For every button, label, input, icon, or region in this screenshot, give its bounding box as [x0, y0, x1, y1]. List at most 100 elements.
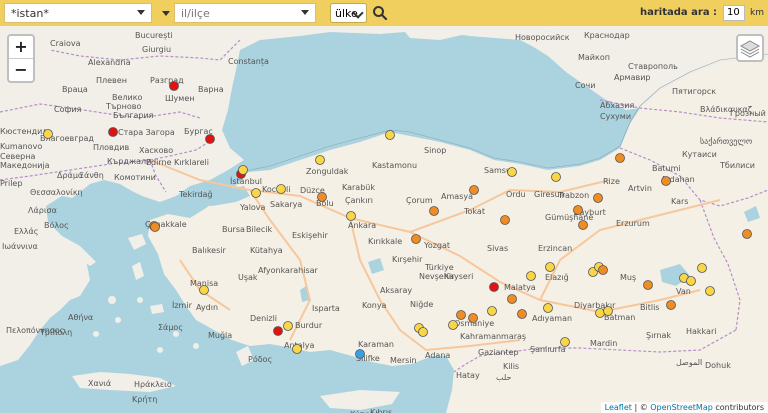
map-label: Τρίπολη — [39, 328, 72, 337]
province-select[interactable]: il/ilçe — [174, 3, 316, 23]
map-marker-orange[interactable] — [593, 193, 603, 203]
map-marker-yellow[interactable] — [276, 184, 286, 194]
map-marker-orange[interactable] — [517, 309, 527, 319]
map-marker-orange[interactable] — [666, 300, 676, 310]
map-canvas[interactable]: Craiova București Giurgiu Constanța Новороси… — [0, 26, 768, 413]
map-label: Karaman — [358, 340, 394, 349]
map-marker-yellow[interactable] — [603, 306, 613, 316]
map-label: Elazığ — [545, 273, 569, 282]
map-marker-orange[interactable] — [615, 153, 625, 163]
map-marker-orange[interactable] — [469, 185, 479, 195]
map-label: Тбилиси — [719, 161, 755, 170]
leaflet-link[interactable]: Leaflet — [605, 403, 632, 412]
map-marker-yellow[interactable] — [346, 211, 356, 221]
zoom-out-button[interactable]: − — [9, 58, 33, 81]
map-marker-yellow[interactable] — [238, 165, 248, 175]
map-label: Adıyaman — [532, 314, 572, 323]
map-label: Hakkari — [686, 327, 716, 336]
map-label: Комотини — [114, 173, 156, 182]
map-marker-yellow[interactable] — [545, 262, 555, 272]
map-marker-yellow[interactable] — [418, 327, 428, 337]
map-label: Prilep — [0, 179, 22, 188]
map-marker-red[interactable] — [205, 134, 215, 144]
map-marker-orange[interactable] — [150, 222, 160, 232]
map-marker-red[interactable] — [108, 127, 118, 137]
map-label: Κύπρος — [350, 409, 379, 413]
map-marker-yellow[interactable] — [43, 129, 53, 139]
map-attribution: Leaflet | © OpenStreetMap contributors — [600, 402, 768, 413]
map-marker-yellow[interactable] — [487, 306, 497, 316]
map-label: Hatay — [456, 371, 480, 380]
map-marker-yellow[interactable] — [686, 276, 696, 286]
map-marker-red[interactable] — [169, 81, 179, 91]
map-label: Краснодар — [584, 31, 630, 40]
land-lesbos — [128, 234, 146, 250]
map-label: Kırşehir — [392, 255, 423, 264]
map-marker-yellow[interactable] — [283, 321, 293, 331]
map-marker-orange[interactable] — [468, 313, 478, 323]
map-marker-yellow[interactable] — [560, 337, 570, 347]
map-label: Balıkesir — [192, 246, 226, 255]
map-marker-orange[interactable] — [573, 205, 583, 215]
country-select[interactable]: ülke — [330, 3, 367, 23]
map-marker-orange[interactable] — [500, 215, 510, 225]
map-marker-orange[interactable] — [598, 265, 608, 275]
search-icon[interactable] — [372, 5, 388, 21]
land-chios — [132, 262, 144, 280]
map-marker-yellow[interactable] — [551, 172, 561, 182]
map-label: Van — [676, 287, 691, 296]
map-marker-yellow[interactable] — [199, 285, 209, 295]
map-marker-yellow[interactable] — [507, 167, 517, 177]
map-marker-orange[interactable] — [317, 192, 327, 202]
chevron-down-icon — [137, 10, 145, 15]
map-marker-yellow[interactable] — [251, 188, 261, 198]
map-marker-yellow[interactable] — [292, 344, 302, 354]
map-marker-blue[interactable] — [355, 349, 365, 359]
map-label: Yozgat — [423, 241, 450, 250]
map-label: Bursa — [222, 225, 245, 234]
map-marker-yellow[interactable] — [543, 303, 553, 313]
map-marker-yellow[interactable] — [315, 155, 325, 165]
map-marker-orange[interactable] — [429, 206, 439, 216]
map-label: İzmir — [172, 300, 193, 310]
map-label: Aksaray — [380, 286, 412, 295]
map-marker-orange[interactable] — [411, 234, 421, 244]
map-label: София — [54, 105, 82, 114]
map-label: Разград — [150, 76, 184, 85]
map-label: Karabük — [342, 183, 375, 192]
map-marker-red[interactable] — [273, 326, 283, 336]
map-marker-yellow[interactable] — [448, 320, 458, 330]
map-marker-orange[interactable] — [742, 229, 752, 239]
map-label: Eskişehir — [292, 231, 328, 240]
map-label: Северна — [0, 152, 35, 161]
map-marker-orange[interactable] — [507, 294, 517, 304]
osm-link[interactable]: OpenStreetMap — [650, 403, 713, 412]
map-marker-orange[interactable] — [456, 310, 466, 320]
map-marker-orange[interactable] — [661, 176, 671, 186]
name-search-value: *istan* — [11, 6, 49, 20]
map-label: Muğla — [208, 331, 232, 340]
map-label: București — [135, 31, 173, 41]
name-search-input[interactable]: *istan* — [4, 3, 152, 23]
land-island — [193, 343, 199, 349]
map-marker-orange[interactable] — [643, 280, 653, 290]
radius-input[interactable]: 10 — [723, 5, 745, 21]
map-marker-yellow[interactable] — [385, 130, 395, 140]
map-marker-orange[interactable] — [578, 220, 588, 230]
map-marker-red[interactable] — [489, 282, 499, 292]
map-label: Alexandria — [88, 58, 131, 67]
map-label: Mersin — [390, 356, 417, 365]
map-label: Konya — [362, 301, 387, 310]
land-island — [115, 317, 121, 323]
map-marker-yellow[interactable] — [697, 263, 707, 273]
map-label: Βόλος — [44, 220, 69, 230]
map-label: Търново — [105, 102, 141, 111]
map-label: Λάρισα — [28, 206, 57, 215]
map-marker-yellow[interactable] — [595, 308, 605, 318]
map-marker-yellow[interactable] — [705, 286, 715, 296]
map-marker-yellow[interactable] — [526, 271, 536, 281]
layers-button[interactable] — [736, 34, 764, 62]
zoom-in-button[interactable]: + — [9, 36, 33, 58]
chevron-down-icon[interactable] — [162, 11, 170, 16]
map-label: Ρόδος — [248, 354, 272, 364]
